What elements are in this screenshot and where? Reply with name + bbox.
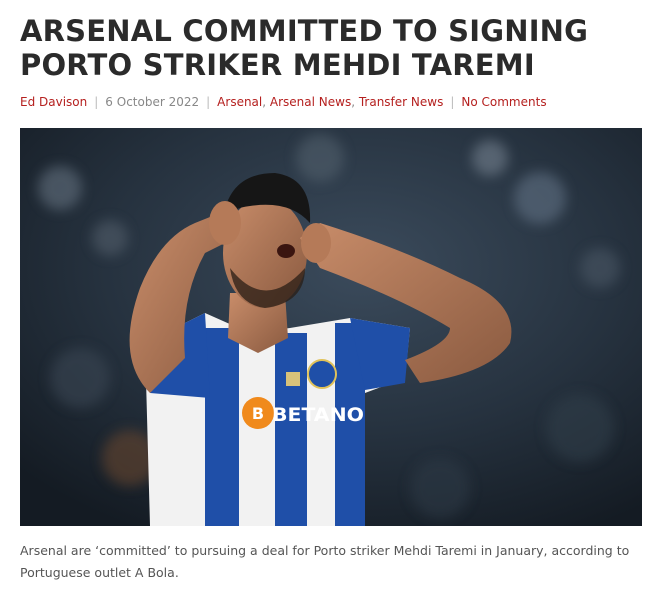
post-title-line-1[interactable]: ARSENAL COMMITTED TO SIGNING [20, 14, 645, 48]
post-date: 6 October 2022 [105, 95, 200, 109]
category-link-transfer-news[interactable]: Transfer News [359, 95, 444, 109]
meta-separator: | [450, 95, 455, 109]
meta-separator: | [94, 95, 99, 109]
post-excerpt: Arsenal are ‘committed’ to pursuing a de… [20, 543, 630, 580]
player-photo: B BETANO [20, 128, 642, 526]
post-title-line-2[interactable]: PORTO STRIKER MEHDI TAREMI [20, 48, 645, 82]
featured-image[interactable]: B BETANO [20, 128, 642, 526]
svg-text:B: B [252, 404, 264, 423]
comments-link[interactable]: No Comments [461, 95, 546, 109]
category-link-arsenal[interactable]: Arsenal [217, 95, 262, 109]
category-link-arsenal-news[interactable]: Arsenal News [270, 95, 351, 109]
category-separator: , [351, 95, 359, 109]
article-header: ARSENAL COMMITTED TO SIGNING PORTO STRIK… [20, 0, 645, 110]
sponsor-text: BETANO [272, 404, 364, 426]
post-meta: Ed Davison | 6 October 2022 | Arsenal, Arsen… [20, 94, 645, 110]
category-separator: , [262, 95, 270, 109]
meta-separator: | [206, 95, 211, 109]
post-title[interactable]: ARSENAL COMMITTED TO SIGNING PORTO STRIK… [20, 0, 645, 82]
author-link[interactable]: Ed Davison [20, 95, 87, 109]
